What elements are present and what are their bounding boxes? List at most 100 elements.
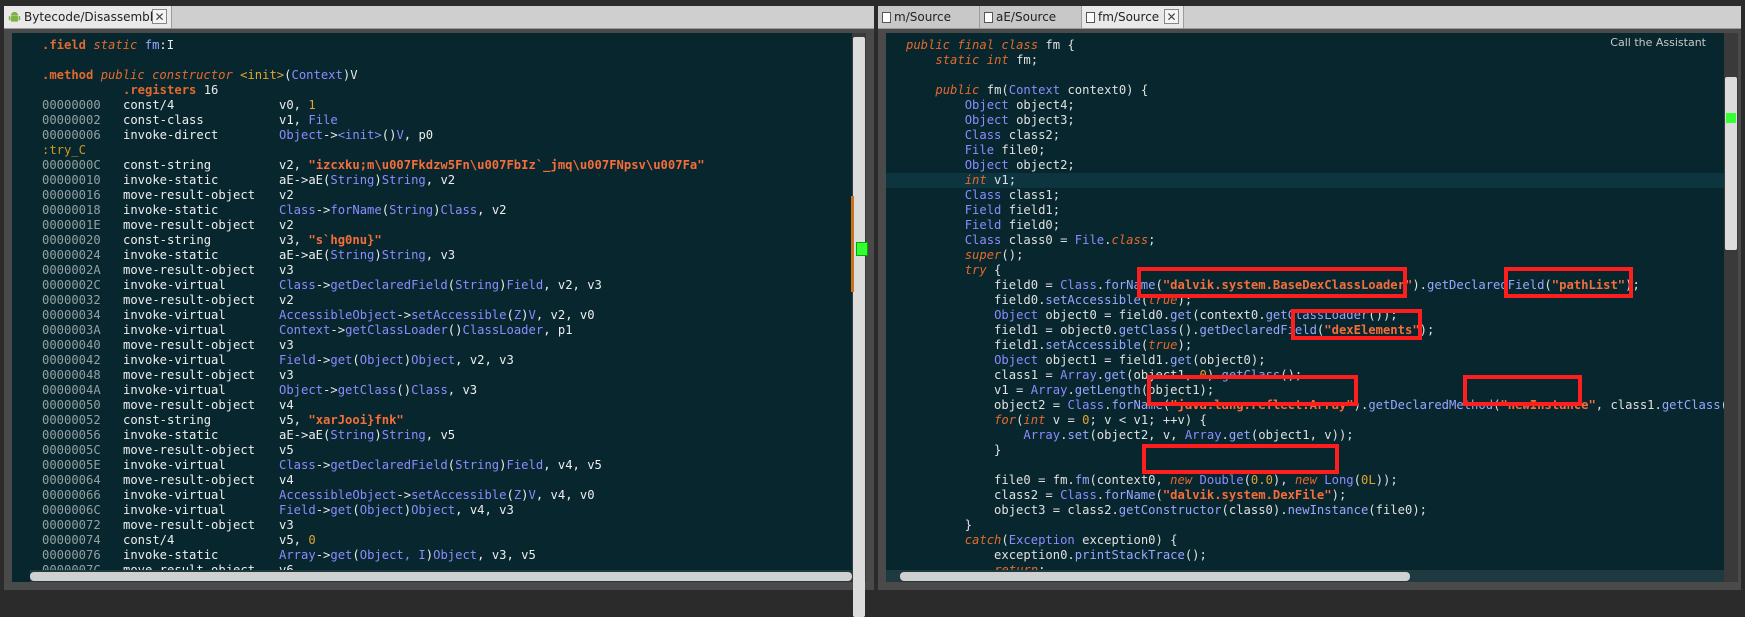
instruction-opcode: const-class <box>123 113 204 127</box>
instruction-operands: v3 <box>279 518 294 532</box>
source-line: Class class1; <box>964 188 1061 202</box>
instruction-address: 00000072 <box>42 518 101 532</box>
instruction-operands: Class->getDeclaredField(String)Field, v2… <box>279 278 602 292</box>
instruction-address: 00000076 <box>42 548 101 562</box>
document-icon <box>984 12 993 23</box>
instruction-opcode: invoke-static <box>123 203 219 217</box>
source-line: class2 = Class.forName("dalvik.system.De… <box>906 488 1347 502</box>
instruction-opcode: invoke-virtual <box>123 323 226 337</box>
instruction-row: 0000002C invoke-virtual Class->getDeclared… <box>12 278 852 293</box>
instruction-operands: Field->get(Object)Object, v2, v3 <box>279 353 514 367</box>
instruction-operands: v5 <box>279 443 294 457</box>
tab-bytecode-disassembly[interactable]: Bytecode/Disassembly ✕ <box>4 6 172 28</box>
instruction-address: 00000010 <box>42 173 101 187</box>
instruction-address: 00000020 <box>42 233 101 247</box>
instruction-address: 00000016 <box>42 188 101 202</box>
horizontal-scrollbar[interactable] <box>886 570 1724 582</box>
tab-ae-source[interactable]: aE/Source <box>980 6 1082 28</box>
instruction-address: 0000000C <box>42 158 101 172</box>
instruction-operands: Array->get(Object, I)Object, v3, v5 <box>279 548 536 562</box>
instruction-row: 0000002A move-result-object v3 <box>12 263 852 278</box>
source-line: } <box>906 518 973 532</box>
instruction-address: 00000006 <box>42 128 101 142</box>
instruction-operands: v4 <box>279 473 294 487</box>
instruction-operands: AccessibleObject->setAccessible(Z)V, v2,… <box>279 308 595 322</box>
instruction-row: 0000005C move-result-object v5 <box>12 443 852 458</box>
instruction-address: 00000066 <box>42 488 101 502</box>
instruction-row: 0000001E move-result-object v2 <box>12 218 852 233</box>
smali-editor[interactable]: .field static fm:I .method public constr… <box>12 33 852 582</box>
instruction-row: 00000076 invoke-static Array->get(Object, … <box>12 548 852 563</box>
source-line: Object object2; <box>964 158 1075 172</box>
instruction-opcode: invoke-virtual <box>123 383 226 397</box>
annotation-box <box>1463 375 1582 406</box>
method-declaration: .method public constructor <init>(Contex… <box>42 68 358 82</box>
instruction-operands: Class->getDeclaredField(String)Field, v4… <box>279 458 602 472</box>
instruction-operands: Field->get(Object)Object, v4, v3 <box>279 503 514 517</box>
instruction-row: 00000006 invoke-direct Object-><init>()V, … <box>12 128 852 143</box>
instruction-row: 0000000C const-string v2, "izcxku;m\u007Fk… <box>12 158 852 173</box>
instruction-address: 0000001E <box>42 218 101 232</box>
instruction-address: 0000002C <box>42 278 101 292</box>
source-line: Object object4; <box>964 98 1075 112</box>
source-line: Object object1 = field1.get(object0); <box>994 353 1266 367</box>
instruction-opcode: move-result-object <box>123 443 256 457</box>
instruction-row: 0000003A invoke-virtual Context->getClassL… <box>12 323 852 338</box>
instruction-opcode: move-result-object <box>123 398 256 412</box>
horizontal-scrollbar[interactable] <box>30 570 852 582</box>
tab-label: Bytecode/Disassembly <box>24 10 161 24</box>
source-line: for(int v = 0; v < v1; ++v) { <box>994 413 1207 427</box>
close-icon[interactable]: ✕ <box>152 9 167 24</box>
instruction-opcode: move-result-object <box>123 263 256 277</box>
instruction-opcode: move-result-object <box>123 368 256 382</box>
instruction-opcode: move-result-object <box>123 293 256 307</box>
source-line: File file0; <box>964 143 1046 157</box>
bytecode-pane: Bytecode/Disassembly ✕ .field static fm:… <box>4 6 874 617</box>
instruction-operands: v3, "s`hg0nu}" <box>279 233 382 247</box>
instruction-opcode: move-result-object <box>123 218 256 232</box>
source-line: public final class fm { <box>906 38 1075 52</box>
close-icon[interactable]: ✕ <box>1164 9 1179 24</box>
source-line: Class class2; <box>964 128 1061 142</box>
source-line: field1.setAccessible(true); <box>906 338 1193 352</box>
instruction-address: 00000040 <box>42 338 101 352</box>
instruction-opcode: invoke-virtual <box>123 353 226 367</box>
instruction-row: 00000034 invoke-virtual AccessibleObject->… <box>12 308 852 323</box>
instruction-row: 00000074 const/4 v5, 0 <box>12 533 852 548</box>
instruction-opcode: const-string <box>123 158 212 172</box>
try-label: :try_C <box>12 143 852 158</box>
instruction-row: 0000006C invoke-virtual Field->get(Object)… <box>12 503 852 518</box>
instruction-opcode: invoke-direct <box>123 128 219 142</box>
instruction-opcode: invoke-static <box>123 548 219 562</box>
instruction-row: 00000016 move-result-object v2 <box>12 188 852 203</box>
instruction-address: 00000074 <box>42 533 101 547</box>
instruction-row: 00000072 move-result-object v3 <box>12 518 852 533</box>
annotation-box <box>1291 309 1422 340</box>
instruction-address: 0000003A <box>42 323 101 337</box>
vertical-scrollbar[interactable] <box>1724 33 1738 582</box>
instruction-operands: v2 <box>279 188 294 202</box>
registers-directive: .registers 16 <box>123 83 219 97</box>
instruction-opcode: invoke-static <box>123 428 219 442</box>
source-line: super(); <box>964 248 1024 262</box>
source-line: Array.set(object2, v, Array.get(object1,… <box>1023 428 1354 442</box>
instruction-address: 00000052 <box>42 413 101 427</box>
instruction-row: 0000005E invoke-virtual Class->getDeclared… <box>12 458 852 473</box>
instruction-row: 00000024 invoke-static aE->aE(String)Strin… <box>12 248 852 263</box>
instruction-address: 00000034 <box>42 308 101 322</box>
instruction-operands: v2 <box>279 293 294 307</box>
tab-fm-source[interactable]: fm/Source ✕ <box>1082 6 1184 28</box>
tab-m-source[interactable]: m/Source <box>878 6 980 28</box>
instruction-row: 00000000 const/4 v0, 1 <box>12 98 852 113</box>
smali-code: .field static fm:I .method public constr… <box>12 38 852 578</box>
instruction-opcode: invoke-virtual <box>123 503 226 517</box>
instruction-opcode: move-result-object <box>123 338 256 352</box>
source-line: catch(Exception exception0) { <box>964 533 1178 547</box>
vertical-scrollbar[interactable] <box>851 33 868 617</box>
instruction-operands: Class->forName(String)Class, v2 <box>279 203 507 217</box>
source-line: static int fm; <box>935 53 1039 67</box>
instruction-row: 00000052 const-string v5, "xarJooi}fnk" <box>12 413 852 428</box>
java-source-editor[interactable]: Call the Assistant public final class fm… <box>886 33 1724 582</box>
instruction-row: 00000042 invoke-virtual Field->get(Object)… <box>12 353 852 368</box>
instruction-row: 00000018 invoke-static Class->forName(Stri… <box>12 203 852 218</box>
